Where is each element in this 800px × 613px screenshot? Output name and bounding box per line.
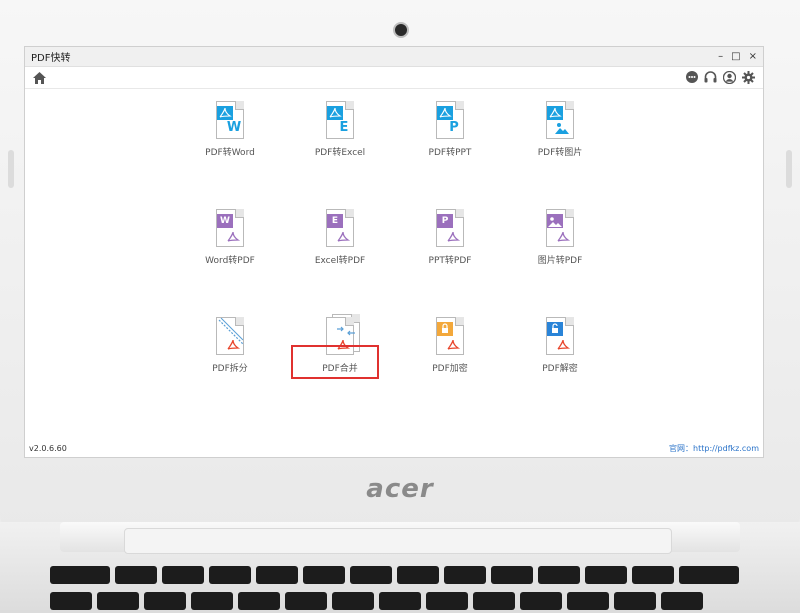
tool-label: Word转PDF (205, 256, 255, 266)
website-link[interactable]: 官网：http://pdfkz.com (669, 443, 759, 454)
webcam (393, 22, 409, 38)
tool-image-to-pdf[interactable]: 图片转PDF (505, 209, 615, 267)
gear-icon[interactable] (742, 71, 755, 84)
pdf-merge-icon (322, 314, 360, 357)
tool-label: PDF转图片 (537, 148, 583, 158)
hinge-recess (124, 528, 672, 554)
home-icon[interactable] (33, 71, 46, 84)
toolbar-right (686, 71, 755, 84)
tool-label: PDF解密 (542, 364, 578, 374)
title-bar: PDF快转 – □ × (25, 47, 763, 67)
tool-ppt-to-pdf[interactable]: P PPT转PDF (395, 209, 505, 267)
maximize-button[interactable]: □ (731, 51, 740, 62)
pdf-to-ppt-icon: P (432, 101, 468, 141)
tool-pdf-split[interactable]: PDF拆分 (175, 317, 285, 375)
ppt-to-pdf-icon: P (432, 209, 468, 249)
window-controls: – □ × (718, 51, 757, 62)
tool-pdf-to-excel[interactable]: E PDF转Excel (285, 101, 395, 159)
pdf-to-image-icon (542, 101, 578, 141)
pdf-to-excel-icon: E (322, 101, 358, 141)
pdf-encrypt-icon (432, 317, 468, 357)
pdf-decrypt-icon (542, 317, 578, 357)
tool-excel-to-pdf[interactable]: E Excel转PDF (285, 209, 395, 267)
tool-area: W PDF转Word E PDF转Excel P PDF转PPT PDF转图片 … (25, 89, 763, 437)
bezel-tab-left (8, 150, 14, 188)
chat-icon[interactable] (686, 71, 698, 84)
tool-label: PDF加密 (432, 364, 468, 374)
tool-label: PDF转Excel (314, 148, 366, 158)
tool-word-to-pdf[interactable]: W Word转PDF (175, 209, 285, 267)
version-label: v2.0.6.60 (29, 443, 67, 453)
user-icon[interactable] (723, 71, 736, 84)
bezel-tab-right (786, 150, 792, 188)
tool-pdf-to-word[interactable]: W PDF转Word (175, 101, 285, 159)
tool-label: PDF合并 (322, 364, 358, 374)
window-title: PDF快转 (31, 53, 71, 64)
tool-label: PDF转PPT (428, 148, 472, 158)
headset-icon[interactable] (704, 71, 717, 84)
app-window: PDF快转 – □ × W PDF转Word E PDF转Excel P PDF… (24, 46, 764, 458)
tool-pdf-to-image[interactable]: PDF转图片 (505, 101, 615, 159)
tool-label: PDF转Word (205, 148, 255, 158)
keyboard (50, 566, 770, 613)
tool-label: PPT转PDF (428, 256, 472, 266)
tool-grid: W PDF转Word E PDF转Excel P PDF转PPT PDF转图片 … (175, 101, 615, 375)
excel-to-pdf-icon: E (322, 209, 358, 249)
word-to-pdf-icon: W (212, 209, 248, 249)
tool-pdf-encrypt[interactable]: PDF加密 (395, 317, 505, 375)
minimize-button[interactable]: – (718, 51, 723, 62)
tool-pdf-decrypt[interactable]: PDF解密 (505, 317, 615, 375)
tool-label: PDF拆分 (212, 364, 248, 374)
pdf-to-word-icon: W (212, 101, 248, 141)
tool-pdf-to-ppt[interactable]: P PDF转PPT (395, 101, 505, 159)
toolbar (25, 67, 763, 89)
status-bar: v2.0.6.60 官网：http://pdfkz.com (25, 439, 763, 457)
tool-label: Excel转PDF (314, 256, 366, 266)
image-to-pdf-icon (542, 209, 578, 249)
pdf-split-icon (212, 317, 248, 357)
brand-logo: acer (366, 474, 434, 504)
tool-pdf-merge[interactable]: PDF合并 (285, 314, 395, 375)
tool-label: 图片转PDF (537, 256, 583, 266)
close-button[interactable]: × (749, 51, 757, 62)
